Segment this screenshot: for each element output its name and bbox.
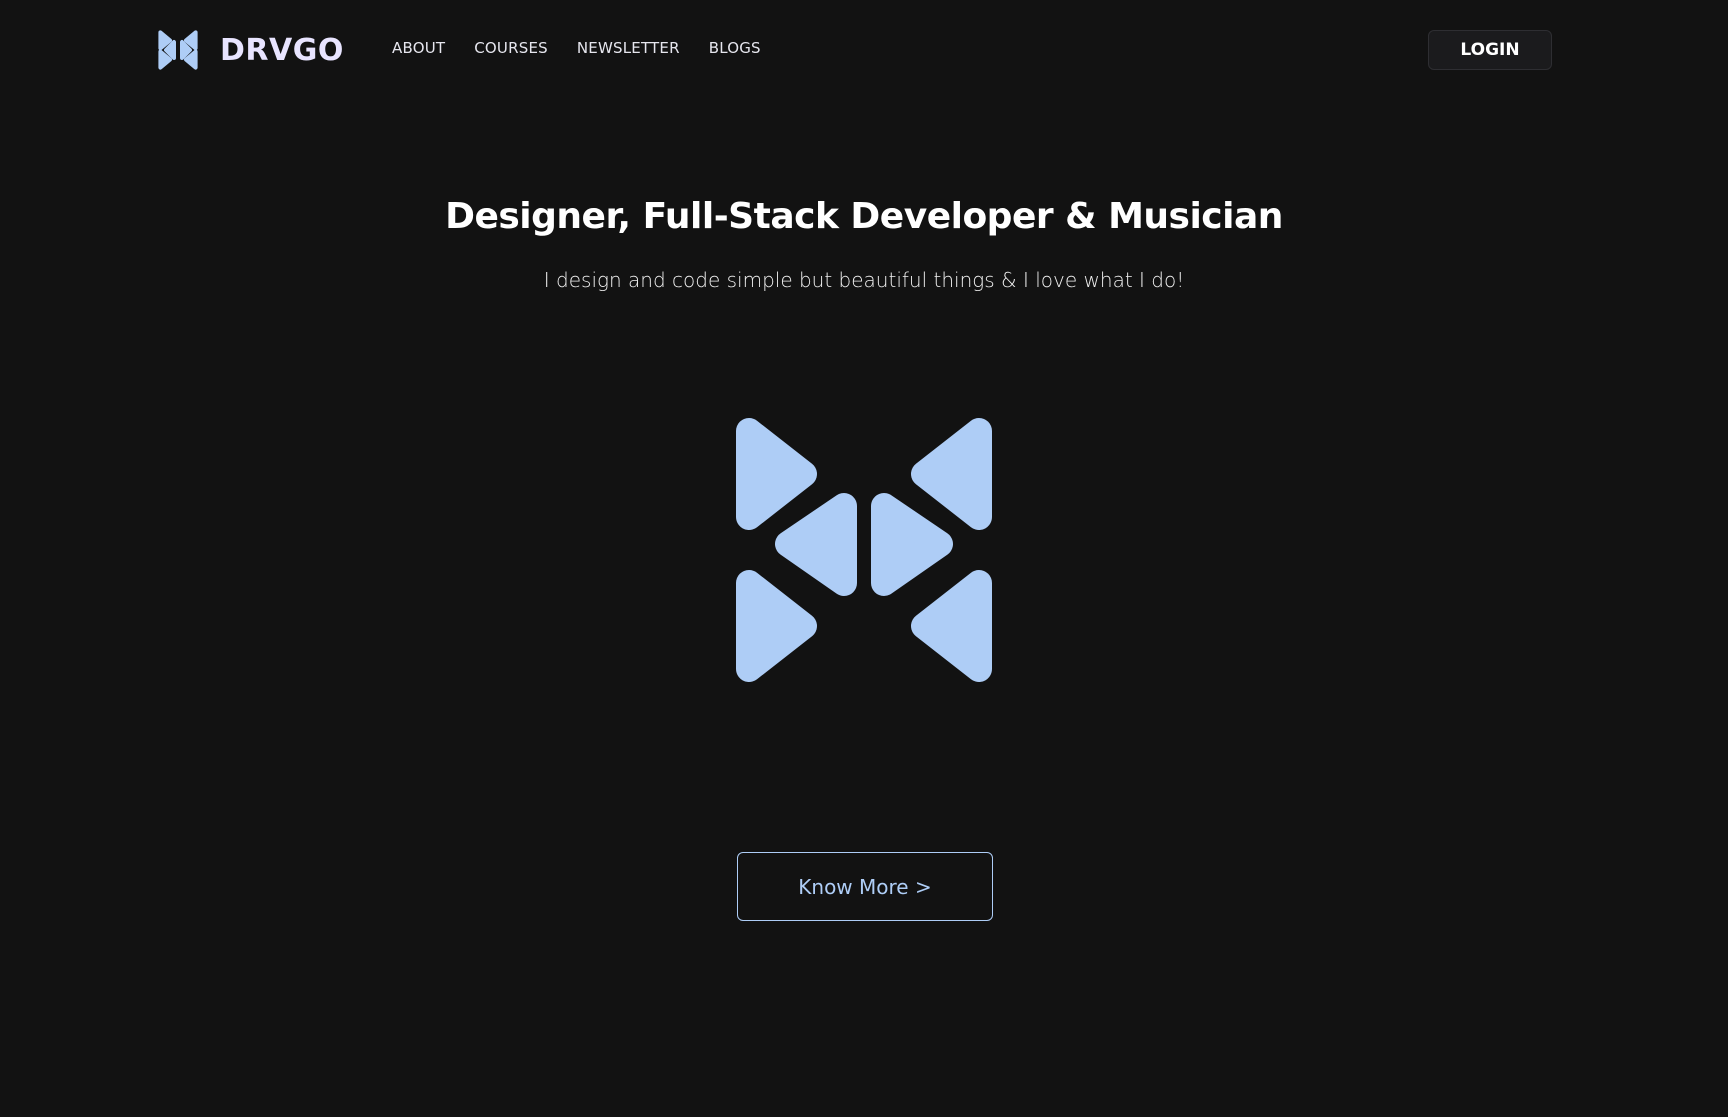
login-button[interactable]: LOGIN (1428, 30, 1552, 70)
drvgo-logo-icon (158, 30, 198, 70)
know-more-button[interactable]: Know More > (737, 852, 993, 921)
nav-links: ABOUT COURSES NEWSLETTER BLOGS (392, 38, 790, 57)
drvgo-logo-icon (736, 418, 992, 682)
nav-link-courses[interactable]: COURSES (474, 39, 548, 57)
nav-link-about[interactable]: ABOUT (392, 39, 445, 57)
hero-subtitle: I design and code simple but beautiful t… (543, 268, 1185, 292)
nav-link-newsletter[interactable]: NEWSLETTER (577, 39, 680, 57)
brand-name: DRVGO (220, 32, 344, 68)
brand-link[interactable]: DRVGO (158, 30, 344, 70)
nav-link-blogs[interactable]: BLOGS (709, 39, 761, 57)
navbar: DRVGO ABOUT COURSES NEWSLETTER BLOGS LOG… (0, 0, 1728, 100)
hero-title: Designer, Full-Stack Developer & Musicia… (445, 196, 1283, 237)
